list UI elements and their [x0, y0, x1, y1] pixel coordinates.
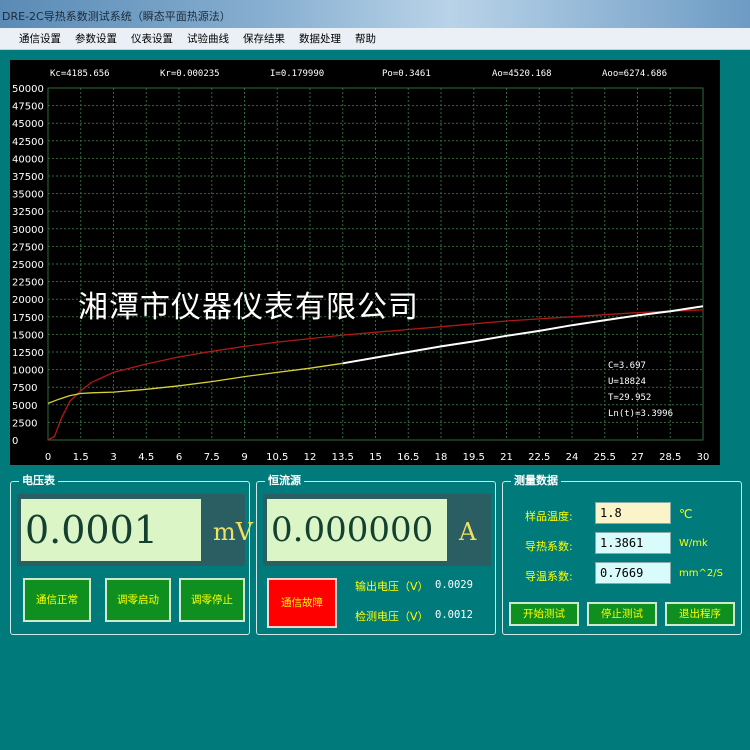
thermal-diffusivity-label: 导温系数:	[525, 570, 573, 583]
chart-header-value: Kc=4185.656	[50, 69, 110, 79]
menu-test-curve[interactable]: 试验曲线	[180, 28, 236, 50]
y-tick-label: 17500	[12, 313, 44, 324]
y-tick-label: 45000	[12, 119, 44, 130]
sample-temp-field[interactable]: 1.8	[595, 502, 671, 524]
comm-ok-button[interactable]: 通信正常	[23, 578, 91, 622]
output-voltage-label: 输出电压（V）	[355, 580, 429, 593]
y-tick-label: 40000	[12, 154, 44, 165]
chart-annotation: U=18824	[608, 377, 646, 387]
comm-fault-button[interactable]: 通信故障	[267, 578, 337, 628]
voltmeter-display-frame: 0.0001 mV	[17, 494, 253, 566]
x-tick-label: 22.5	[528, 452, 550, 463]
x-tick-label: 9	[241, 452, 247, 463]
x-tick-label: 15	[369, 452, 382, 463]
y-tick-label: 22500	[12, 278, 44, 289]
current-reading: 0.000000	[267, 499, 447, 561]
thermal-diffusivity-field[interactable]: 0.7669	[595, 562, 671, 584]
y-tick-label: 20000	[12, 295, 44, 306]
y-tick-label: 30000	[12, 225, 44, 236]
chart-header-value: Kr=0.000235	[160, 69, 220, 79]
menu-param-settings[interactable]: 参数设置	[68, 28, 124, 50]
zero-stop-button[interactable]: 调零停止	[179, 578, 245, 622]
x-tick-label: 0	[45, 452, 51, 463]
voltmeter-panel: 电压表 0.0001 mV 通信正常 调零启动 调零停止	[10, 474, 253, 635]
chart-annotation: C=3.697	[608, 361, 646, 371]
exit-program-button[interactable]: 退出程序	[665, 602, 735, 626]
x-tick-label: 25.5	[594, 452, 616, 463]
chart-header-value: Po=0.3461	[382, 69, 431, 79]
x-tick-label: 3	[110, 452, 116, 463]
measurement-title: 测量数据	[511, 474, 561, 488]
y-tick-label: 50000	[12, 84, 44, 95]
chart-header-value: Ao=4520.168	[492, 69, 552, 79]
x-tick-label: 27	[631, 452, 644, 463]
y-tick-label: 32500	[12, 207, 44, 218]
y-tick-label: 25000	[12, 260, 44, 271]
y-tick-label: 0	[12, 436, 18, 447]
chart-header-value: I=0.179990	[270, 69, 324, 79]
x-tick-label: 24	[566, 452, 579, 463]
chart-annotation: Ln(t)=3.3996	[608, 409, 673, 419]
chart-annotation: T=29.952	[608, 393, 651, 403]
y-tick-label: 2500	[12, 418, 37, 429]
thermal-conductivity-label: 导热系数:	[525, 540, 573, 553]
y-tick-label: 10000	[12, 366, 44, 377]
y-tick-label: 5000	[12, 401, 37, 412]
y-tick-label: 15000	[12, 330, 44, 341]
y-tick-label: 35000	[12, 190, 44, 201]
x-tick-label: 6	[176, 452, 182, 463]
y-tick-label: 12500	[12, 348, 44, 359]
thermal-diffusivity-unit: mm^2/S	[679, 568, 723, 579]
x-tick-label: 28.5	[659, 452, 681, 463]
x-tick-label: 12	[304, 452, 317, 463]
thermal-conductivity-unit: W/mk	[679, 538, 708, 549]
x-tick-label: 19.5	[463, 452, 485, 463]
current-source-title: 恒流源	[265, 474, 304, 488]
x-tick-label: 1.5	[73, 452, 89, 463]
y-tick-label: 47500	[12, 102, 44, 113]
stop-test-button[interactable]: 停止测试	[587, 602, 657, 626]
x-tick-label: 21	[500, 452, 513, 463]
menu-bar: 通信设置 参数设置 仪表设置 试验曲线 保存结果 数据处理 帮助	[0, 28, 750, 50]
x-tick-label: 4.5	[138, 452, 154, 463]
current-unit: A	[459, 518, 477, 546]
output-voltage-value: 0.0029	[435, 579, 473, 591]
measurement-panel: 测量数据 样品温度: 1.8 ℃ 导热系数: 1.3861 W/mk 导温系数:…	[502, 474, 742, 635]
voltmeter-reading: 0.0001	[21, 499, 201, 561]
window-title: DRE-2C导热系数测试系统（瞬态平面热源法）	[2, 10, 231, 23]
chart-header-value: Aoo=6274.686	[602, 69, 667, 79]
detect-voltage-label: 检测电压（V）	[355, 610, 429, 623]
sample-temp-unit: ℃	[679, 507, 693, 521]
x-tick-label: 18	[435, 452, 448, 463]
current-source-panel: 恒流源 0.000000 A 通信故障 输出电压（V） 0.0029 检测电压（…	[256, 474, 496, 635]
x-tick-label: 30	[697, 452, 710, 463]
start-test-button[interactable]: 开始测试	[509, 602, 579, 626]
y-tick-label: 42500	[12, 137, 44, 148]
zero-start-button[interactable]: 调零启动	[105, 578, 171, 622]
thermal-conductivity-field[interactable]: 1.3861	[595, 532, 671, 554]
menu-comm-settings[interactable]: 通信设置	[12, 28, 68, 50]
current-display-frame: 0.000000 A	[263, 494, 491, 566]
sample-temp-label: 样品温度:	[525, 510, 573, 523]
x-tick-label: 16.5	[397, 452, 419, 463]
x-tick-label: 7.5	[204, 452, 220, 463]
x-tick-label: 13.5	[332, 452, 354, 463]
chart-svg: Kc=4185.656 Kr=0.000235 I=0.179990 Po=0.346…	[12, 69, 710, 463]
menu-meter-settings[interactable]: 仪表设置	[124, 28, 180, 50]
menu-data-processing[interactable]: 数据处理	[292, 28, 348, 50]
detect-voltage-value: 0.0012	[435, 609, 473, 621]
voltmeter-unit: mV	[213, 518, 254, 546]
test-curve-chart: Kc=4185.656 Kr=0.000235 I=0.179990 Po=0.346…	[10, 60, 720, 465]
title-bar: DRE-2C导热系数测试系统（瞬态平面热源法）	[0, 0, 750, 28]
menu-save-results[interactable]: 保存结果	[236, 28, 292, 50]
menu-help[interactable]: 帮助	[348, 28, 383, 50]
y-tick-label: 7500	[12, 383, 37, 394]
y-tick-label: 37500	[12, 172, 44, 183]
x-tick-label: 10.5	[266, 452, 288, 463]
y-tick-label: 27500	[12, 242, 44, 253]
voltmeter-title: 电压表	[19, 474, 58, 488]
